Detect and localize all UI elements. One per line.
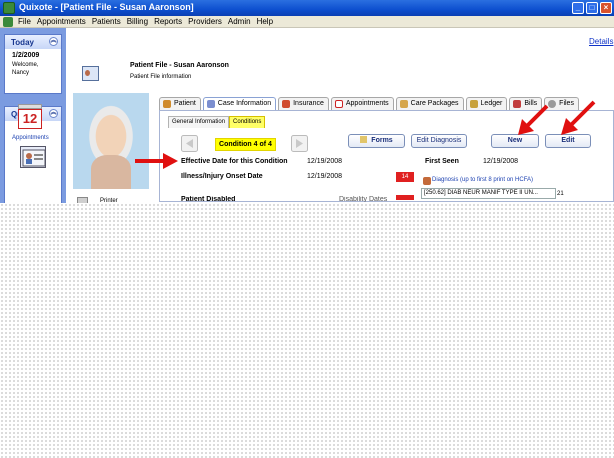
collapse-icon[interactable]: ︽ <box>49 109 58 118</box>
window-titlebar: Quixote - [Patient File - Susan Aaronson… <box>0 0 614 16</box>
patient-disabled-label: Patient Disabled <box>181 196 236 202</box>
transparent-background <box>0 203 614 458</box>
sub-tabs: General Information Conditions <box>168 116 266 128</box>
tab-patient[interactable]: Patient <box>159 97 201 110</box>
today-heading: Today ︽ <box>5 35 61 49</box>
first-seen-value: 12/19/2008 <box>483 158 519 165</box>
subtab-conditions[interactable]: Conditions <box>229 116 266 128</box>
minimize-button[interactable]: _ <box>572 2 584 14</box>
menu-file[interactable]: File <box>18 17 31 26</box>
tab-care-packages[interactable]: Care Packages <box>395 97 464 110</box>
edit-diagnosis-button[interactable]: Edit Diagnosis <box>411 134 467 148</box>
subtab-general-information[interactable]: General Information <box>168 116 230 128</box>
diagnosis-row-number: 21 <box>557 191 564 197</box>
person-icon <box>163 100 171 108</box>
calendar-icon[interactable]: 12 <box>18 104 42 130</box>
forms-icon <box>360 136 368 143</box>
menu-billing[interactable]: Billing <box>127 17 148 26</box>
maximize-button[interactable]: □ <box>586 2 598 14</box>
tab-appointments[interactable]: Appointments <box>330 97 394 110</box>
package-icon <box>399 100 408 108</box>
condition-counter: Condition 4 of 4 <box>215 138 276 151</box>
patient-file-icon <box>82 66 99 81</box>
next-condition-button[interactable] <box>291 135 308 152</box>
welcome-text: Welcome, <box>12 62 39 68</box>
menu-app-icon[interactable] <box>3 17 13 27</box>
menu-reports[interactable]: Reports <box>154 17 182 26</box>
window-title: Quixote - [Patient File - Susan Aaronson… <box>19 2 194 12</box>
ledger-icon <box>469 100 478 108</box>
forms-button[interactable]: Forms <box>348 134 405 148</box>
diagnosis-heading: Diagnosis (up to first 8 print on HCFA) <box>432 177 534 183</box>
app-logo-icon <box>3 2 15 14</box>
annotation-arrow-icon <box>561 100 596 135</box>
user-name: Nancy <box>12 70 30 76</box>
menu-appointments[interactable]: Appointments <box>37 17 86 26</box>
menu-admin[interactable]: Admin <box>228 17 251 26</box>
menu-bar: File Appointments Patients Billing Repor… <box>0 16 614 28</box>
previous-condition-button[interactable] <box>181 135 198 152</box>
disability-dates-label: Disability Dates <box>339 196 388 202</box>
close-button[interactable]: × <box>600 2 612 14</box>
disability-calendar-badge[interactable] <box>396 195 414 200</box>
shield-icon <box>206 100 215 108</box>
annotation-arrow-icon <box>135 153 178 169</box>
menu-providers[interactable]: Providers <box>188 17 222 26</box>
tab-ledger[interactable]: Ledger <box>465 97 508 110</box>
annotation-arrow-icon <box>518 104 549 135</box>
tab-case-information[interactable]: Case Information <box>202 97 277 110</box>
first-seen-label: First Seen <box>425 158 459 165</box>
calendar-icon <box>334 100 343 108</box>
diagnosis-row[interactable]: [250.62] DIAB NEUR MANIF TYPE II UN... <box>421 188 556 199</box>
today-date: 1/2/2009 <box>12 52 40 59</box>
onset-calendar-badge[interactable]: 14 <box>396 172 414 182</box>
page-subtitle: Patient File information <box>130 74 192 80</box>
onset-date-value: 12/19/2008 <box>307 173 343 180</box>
today-panel: Today ︽ 1/2/2009 Welcome, Nancy <box>4 34 62 94</box>
patient-photo <box>73 93 149 189</box>
onset-date-label: Illness/Injury Onset Date <box>181 173 263 180</box>
page-title: Patient File - Susan Aaronson <box>130 62 229 69</box>
effective-date-value: 12/19/2008 <box>307 158 343 165</box>
details-link[interactable]: Details <box>589 37 613 46</box>
patient-card-icon[interactable] <box>20 146 46 168</box>
diagnosis-icon <box>423 177 431 185</box>
collapse-icon[interactable]: ︽ <box>49 37 58 46</box>
effective-date-label: Effective Date for this Condition <box>181 158 288 165</box>
menu-help[interactable]: Help <box>257 17 273 26</box>
appointments-link[interactable]: Appointments <box>12 135 49 141</box>
insurance-icon <box>282 100 291 108</box>
tab-insurance[interactable]: Insurance <box>278 97 329 110</box>
menu-patients[interactable]: Patients <box>92 17 121 26</box>
